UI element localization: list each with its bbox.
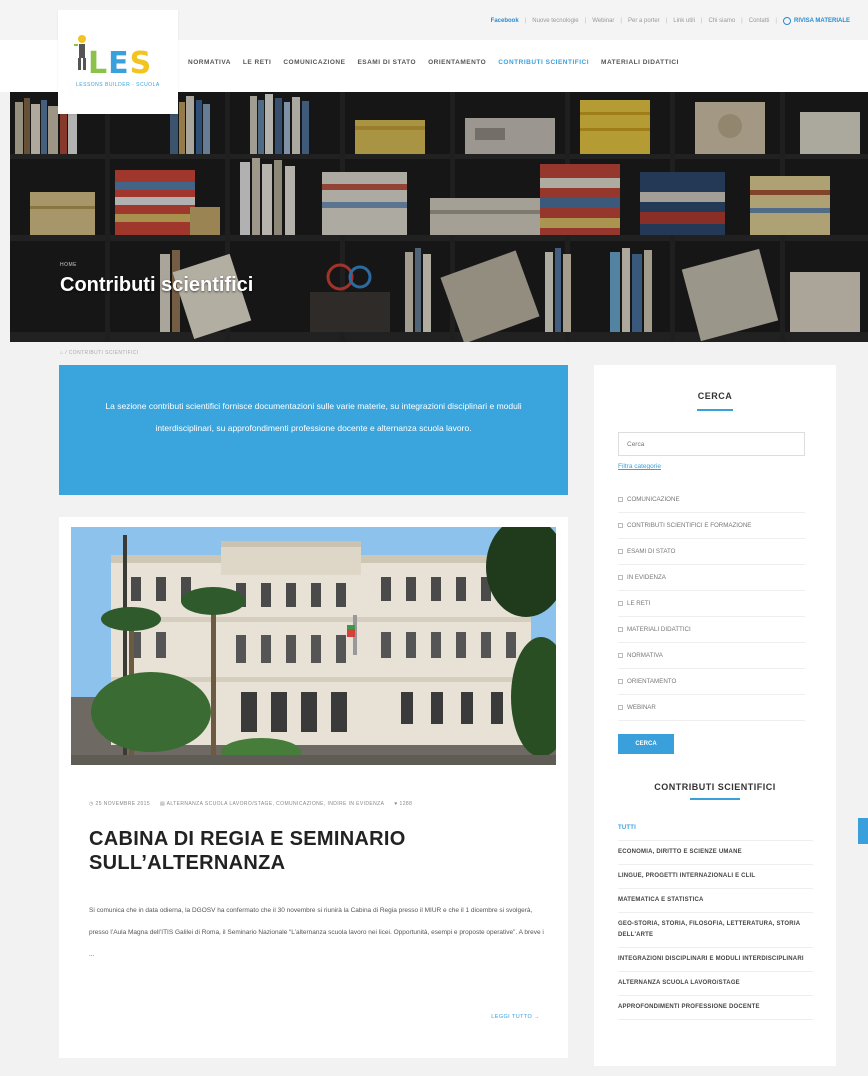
category-checkbox-item[interactable]: MATERIALI DIDATTICI — [618, 617, 805, 643]
post-categories[interactable]: ▤ ALTERNANZA SCUOLA LAVORO/STAGE, COMUNI… — [160, 801, 384, 807]
site-logo[interactable]: LES LESSONS BUILDER · SCUOLA — [58, 10, 178, 114]
post-meta: ◷ 25 NOVEMBRE 2015 ▤ ALTERNANZA SCUOLA L… — [89, 801, 412, 807]
checkbox[interactable] — [618, 705, 623, 710]
checkbox[interactable] — [618, 523, 623, 528]
checkbox[interactable] — [618, 549, 623, 554]
category-filter-list: COMUNICAZIONE CONTRIBUTI SCIENTIFICI E F… — [618, 487, 805, 721]
nav-orientamento[interactable]: ORIENTAMENTO — [428, 59, 486, 66]
post-likes[interactable]: ♥ 1288 — [394, 801, 412, 807]
main-nav: NORMATIVA LE RETI COMUNICAZIONE ESAMI DI… — [188, 59, 679, 66]
top-link-pret-a-porter[interactable]: Per a porter — [628, 18, 660, 24]
nav-esami-di-stato[interactable]: ESAMI DI STATO — [357, 59, 416, 66]
checkbox[interactable] — [618, 575, 623, 580]
nav-contributi-scientifici[interactable]: CONTRIBUTI SCIENTIFICI — [498, 59, 589, 66]
post-date: ◷ 25 NOVEMBRE 2015 — [89, 801, 151, 807]
top-link-chi-siamo[interactable]: Chi siamo — [708, 18, 735, 24]
topics-list: TUTTI ECONOMIA, DIRITTO E SCIENZE UMANE … — [618, 817, 813, 1020]
checkbox[interactable] — [618, 653, 623, 658]
building-photo — [71, 527, 556, 765]
topic-link[interactable]: INTEGRAZIONI DISCIPLINARI E MODULI INTER… — [618, 948, 813, 972]
material-link[interactable]: RIVISA MATERIALE — [782, 17, 850, 25]
logo-subtitle: LESSONS BUILDER · SCUOLA — [76, 82, 160, 88]
topics-widget-title: CONTRIBUTI SCIENTIFICI — [654, 782, 776, 792]
hero-banner: HOME Contributi scientifici — [10, 92, 868, 342]
top-link-contatti[interactable]: Contatti — [749, 18, 770, 24]
topic-link[interactable]: MATEMATICA E STATISTICA — [618, 889, 813, 913]
search-input[interactable] — [618, 432, 805, 456]
post-image[interactable] — [71, 527, 556, 765]
top-link-nuove-tecnologie[interactable]: Nuove tecnologie — [532, 18, 578, 24]
hero-tag: HOME — [60, 262, 77, 268]
top-links: Facebook | Nuove tecnologie | Webinar | … — [490, 17, 850, 25]
read-more-link[interactable]: LEGGI TUTTO → — [491, 1014, 540, 1020]
scroll-top-tab[interactable] — [858, 818, 868, 844]
category-checkbox-item[interactable]: ESAMI DI STATO — [618, 539, 805, 565]
logo-letters: LES — [88, 46, 153, 81]
material-link-label: RIVISA MATERIALE — [793, 18, 850, 24]
section-intro: La sezione contributi scientifici fornis… — [59, 365, 568, 495]
category-checkbox-item[interactable]: WEBINAR — [618, 695, 805, 721]
nav-normativa[interactable]: NORMATIVA — [188, 59, 231, 66]
nav-comunicazione[interactable]: COMUNICAZIONE — [283, 59, 345, 66]
top-link-link-utili[interactable]: Link utili — [673, 18, 695, 24]
checkbox[interactable] — [618, 497, 623, 502]
breadcrumb[interactable]: ⌂ / CONTRIBUTI SCIENTIFICI — [60, 350, 139, 356]
topic-link[interactable]: APPROFONDIMENTI PROFESSIONE DOCENTE — [618, 996, 813, 1020]
topic-link[interactable]: LINGUE, PROGETTI INTERNAZIONALI E CLIL — [618, 865, 813, 889]
checkbox[interactable] — [618, 679, 623, 684]
post-title[interactable]: CABINA DI REGIA E SEMINARIO SULL’ALTERNA… — [89, 827, 539, 875]
category-checkbox-item[interactable]: COMUNICAZIONE — [618, 487, 805, 513]
title-underline — [690, 798, 740, 800]
category-checkbox-item[interactable]: ORIENTAMENTO — [618, 669, 805, 695]
search-button[interactable]: CERCA — [618, 734, 674, 754]
topic-link[interactable]: ALTERNANZA SCUOLA LAVORO/STAGE — [618, 972, 813, 996]
topic-link[interactable]: GEO-STORIA, STORIA, FILOSOFIA, LETTERATU… — [618, 913, 813, 948]
checkbox[interactable] — [618, 627, 623, 632]
post-card: ◷ 25 NOVEMBRE 2015 ▤ ALTERNANZA SCUOLA L… — [59, 517, 568, 1058]
sidebar: CERCA Filtra categorie COMUNICAZIONE CON… — [594, 365, 836, 1066]
page-title: Contributi scientifici — [60, 274, 254, 296]
topic-link[interactable]: TUTTI — [618, 817, 813, 841]
category-checkbox-item[interactable]: CONTRIBUTI SCIENTIFICI E FORMAZIONE — [618, 513, 805, 539]
bookshelf-image — [10, 92, 868, 342]
topic-link[interactable]: ECONOMIA, DIRITTO E SCIENZE UMANE — [618, 841, 813, 865]
category-checkbox-item[interactable]: NORMATIVA — [618, 643, 805, 669]
globe-icon — [782, 17, 791, 25]
facebook-link[interactable]: Facebook — [491, 18, 519, 24]
post-excerpt: Si comunica che in data odierna, la DGOS… — [89, 907, 544, 958]
category-checkbox-item[interactable]: LE RETI — [618, 591, 805, 617]
nav-le-reti[interactable]: LE RETI — [243, 59, 271, 66]
nav-materiali-didattici[interactable]: MATERIALI DIDATTICI — [601, 59, 679, 66]
checkbox[interactable] — [618, 601, 623, 606]
filter-categories-link[interactable]: Filtra categorie — [618, 463, 661, 470]
top-link-webinar[interactable]: Webinar — [592, 18, 614, 24]
title-underline — [697, 409, 733, 411]
category-checkbox-item[interactable]: IN EVIDENZA — [618, 565, 805, 591]
search-widget-title: CERCA — [697, 391, 733, 401]
